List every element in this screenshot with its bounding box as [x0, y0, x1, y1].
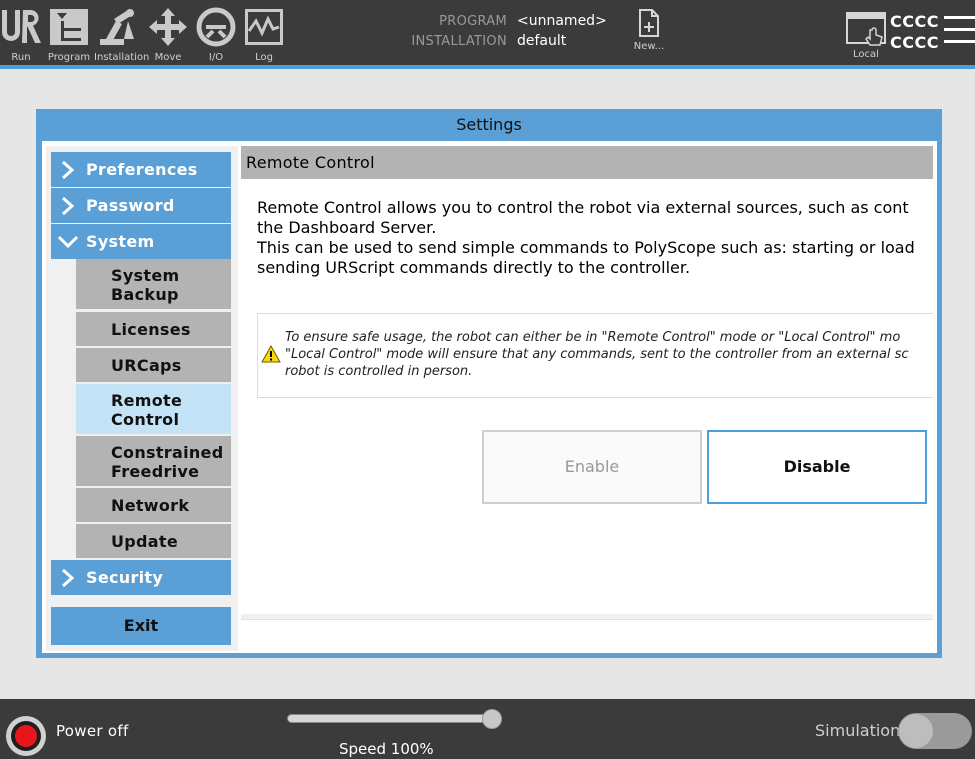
- subitem-label-line1: Constrained: [111, 443, 224, 462]
- local-control-icon: [846, 12, 886, 46]
- dialog-body: Preferences Password System System Backu…: [42, 141, 937, 653]
- move-arrows-icon: [149, 8, 187, 46]
- sidebar-subitem-licenses[interactable]: Licenses: [76, 312, 231, 346]
- sidebar-item-password[interactable]: Password: [51, 188, 231, 223]
- sidebar-item-label: System: [86, 232, 155, 251]
- status-line-1: CCCC: [890, 12, 939, 31]
- nav-program-label: Program: [47, 52, 91, 63]
- nav-move-button[interactable]: Move: [144, 4, 192, 64]
- nav-program-button[interactable]: Program: [45, 4, 93, 64]
- program-tree-icon: [50, 9, 88, 45]
- log-chart-icon: [245, 9, 283, 45]
- description-line: sending URScript commands directly to th…: [257, 258, 691, 277]
- robot-status-text: CCCC CCCC: [890, 11, 939, 53]
- nav-io-button[interactable]: I/O: [192, 4, 240, 64]
- sidebar-subitem-urcaps[interactable]: URCaps: [76, 348, 231, 382]
- warning-icon: [261, 345, 281, 363]
- subitem-label-line1: URCaps: [111, 356, 182, 375]
- description-line: This can be used to send simple commands…: [257, 238, 915, 257]
- disable-button[interactable]: Disable: [707, 430, 927, 504]
- nav-log-button[interactable]: Log: [240, 4, 288, 64]
- subitem-label-line1: Remote: [111, 391, 183, 410]
- power-status-icon: [15, 725, 37, 747]
- robot-arm-icon: [100, 9, 134, 45]
- dialog-title: Settings: [456, 115, 522, 134]
- local-control-button[interactable]: Local: [840, 8, 892, 60]
- installation-name[interactable]: default: [517, 31, 607, 51]
- warning-box: To ensure safe usage, the robot can eith…: [257, 313, 933, 398]
- subitem-label-line1: Licenses: [111, 320, 191, 339]
- panel-title: Remote Control: [241, 146, 933, 179]
- installation-label: INSTALLATION: [411, 34, 507, 49]
- new-program-button[interactable]: New...: [628, 8, 670, 52]
- warning-text: To ensure safe usage, the robot can eith…: [285, 329, 909, 380]
- sidebar-subitem-update[interactable]: Update: [76, 524, 231, 558]
- nav-installation-label: Installation: [94, 52, 150, 63]
- new-file-icon: [639, 9, 659, 37]
- program-info-values: <unnamed> default: [517, 11, 607, 51]
- speed-label: Speed 100%: [339, 740, 434, 758]
- program-name[interactable]: <unnamed>: [517, 11, 607, 31]
- nav-io-label: I/O: [208, 52, 224, 63]
- ur-logo-icon: [2, 10, 41, 43]
- subitem-label-line2: Freedrive: [111, 462, 200, 481]
- sidebar-item-label: Password: [86, 196, 175, 215]
- program-label: PROGRAM: [439, 14, 507, 29]
- description-line: Remote Control allows you to control the…: [257, 198, 909, 217]
- chevron-right-icon: [62, 568, 75, 588]
- subitem-label-line1: System: [111, 266, 180, 285]
- nav-run-button[interactable]: Run: [0, 4, 45, 64]
- power-status-label: Power off: [56, 722, 129, 740]
- description-line: the Dashboard Server.: [257, 218, 437, 237]
- exit-button[interactable]: Exit: [51, 607, 231, 645]
- bottom-bar: Power off Speed 100% Simulation: [0, 699, 975, 759]
- sidebar-item-label: Preferences: [86, 160, 198, 179]
- new-program-label: New...: [633, 41, 665, 52]
- sidebar-subitem-constrained-freedrive[interactable]: Constrained Freedrive: [76, 436, 231, 486]
- hamburger-menu-icon[interactable]: [944, 16, 975, 48]
- io-icon: [196, 7, 236, 47]
- status-line-2: CCCC: [890, 33, 939, 52]
- top-bar: Run Program Installation Move I/O Log PR…: [0, 0, 975, 65]
- warning-line: robot is controlled in person.: [285, 364, 473, 379]
- speed-slider-handle[interactable]: [482, 709, 502, 729]
- power-button[interactable]: [6, 716, 46, 756]
- sidebar-item-security[interactable]: Security: [51, 560, 231, 595]
- local-control-label: Local: [853, 49, 879, 60]
- panel-description: Remote Control allows you to control the…: [257, 198, 933, 278]
- nav-installation-button[interactable]: Installation: [94, 4, 150, 64]
- chevron-down-icon: [57, 235, 79, 249]
- subitem-label-line1: Network: [111, 496, 190, 515]
- enable-button[interactable]: Enable: [482, 430, 702, 504]
- nav-move-label: Move: [154, 52, 182, 63]
- warning-line: "Local Control" mode will ensure that an…: [285, 347, 909, 362]
- nav-log-label: Log: [255, 52, 273, 63]
- sidebar-subitem-system-backup[interactable]: System Backup: [76, 259, 231, 309]
- subitem-label-line2: Backup: [111, 285, 179, 304]
- nav-run-label: Run: [11, 52, 31, 63]
- top-bar-accent-line: [0, 65, 975, 69]
- subitem-label-line1: Update: [111, 532, 178, 551]
- subitem-label-line2: Control: [111, 410, 180, 429]
- simulation-toggle-knob: [899, 714, 933, 748]
- panel-footer: [241, 619, 933, 651]
- sidebar-subitem-network[interactable]: Network: [76, 488, 231, 522]
- warning-line: To ensure safe usage, the robot can eith…: [285, 330, 901, 345]
- simulation-label: Simulation: [815, 721, 901, 740]
- settings-sidebar: Preferences Password System System Backu…: [46, 146, 238, 651]
- remote-control-panel: Remote Control Remote Control allows you…: [241, 146, 933, 614]
- sidebar-subitem-remote-control[interactable]: Remote Control: [76, 384, 231, 434]
- sidebar-item-system[interactable]: System: [51, 224, 231, 259]
- sidebar-item-preferences[interactable]: Preferences: [51, 152, 231, 187]
- program-info-labels: PROGRAM INSTALLATION: [380, 12, 507, 52]
- settings-dialog: Settings Preferences Password System Sys…: [36, 109, 942, 658]
- speed-slider-track[interactable]: [287, 714, 493, 723]
- chevron-right-icon: [62, 196, 75, 216]
- chevron-right-icon: [62, 160, 75, 180]
- simulation-toggle[interactable]: [898, 713, 972, 749]
- sidebar-item-label: Security: [86, 568, 164, 587]
